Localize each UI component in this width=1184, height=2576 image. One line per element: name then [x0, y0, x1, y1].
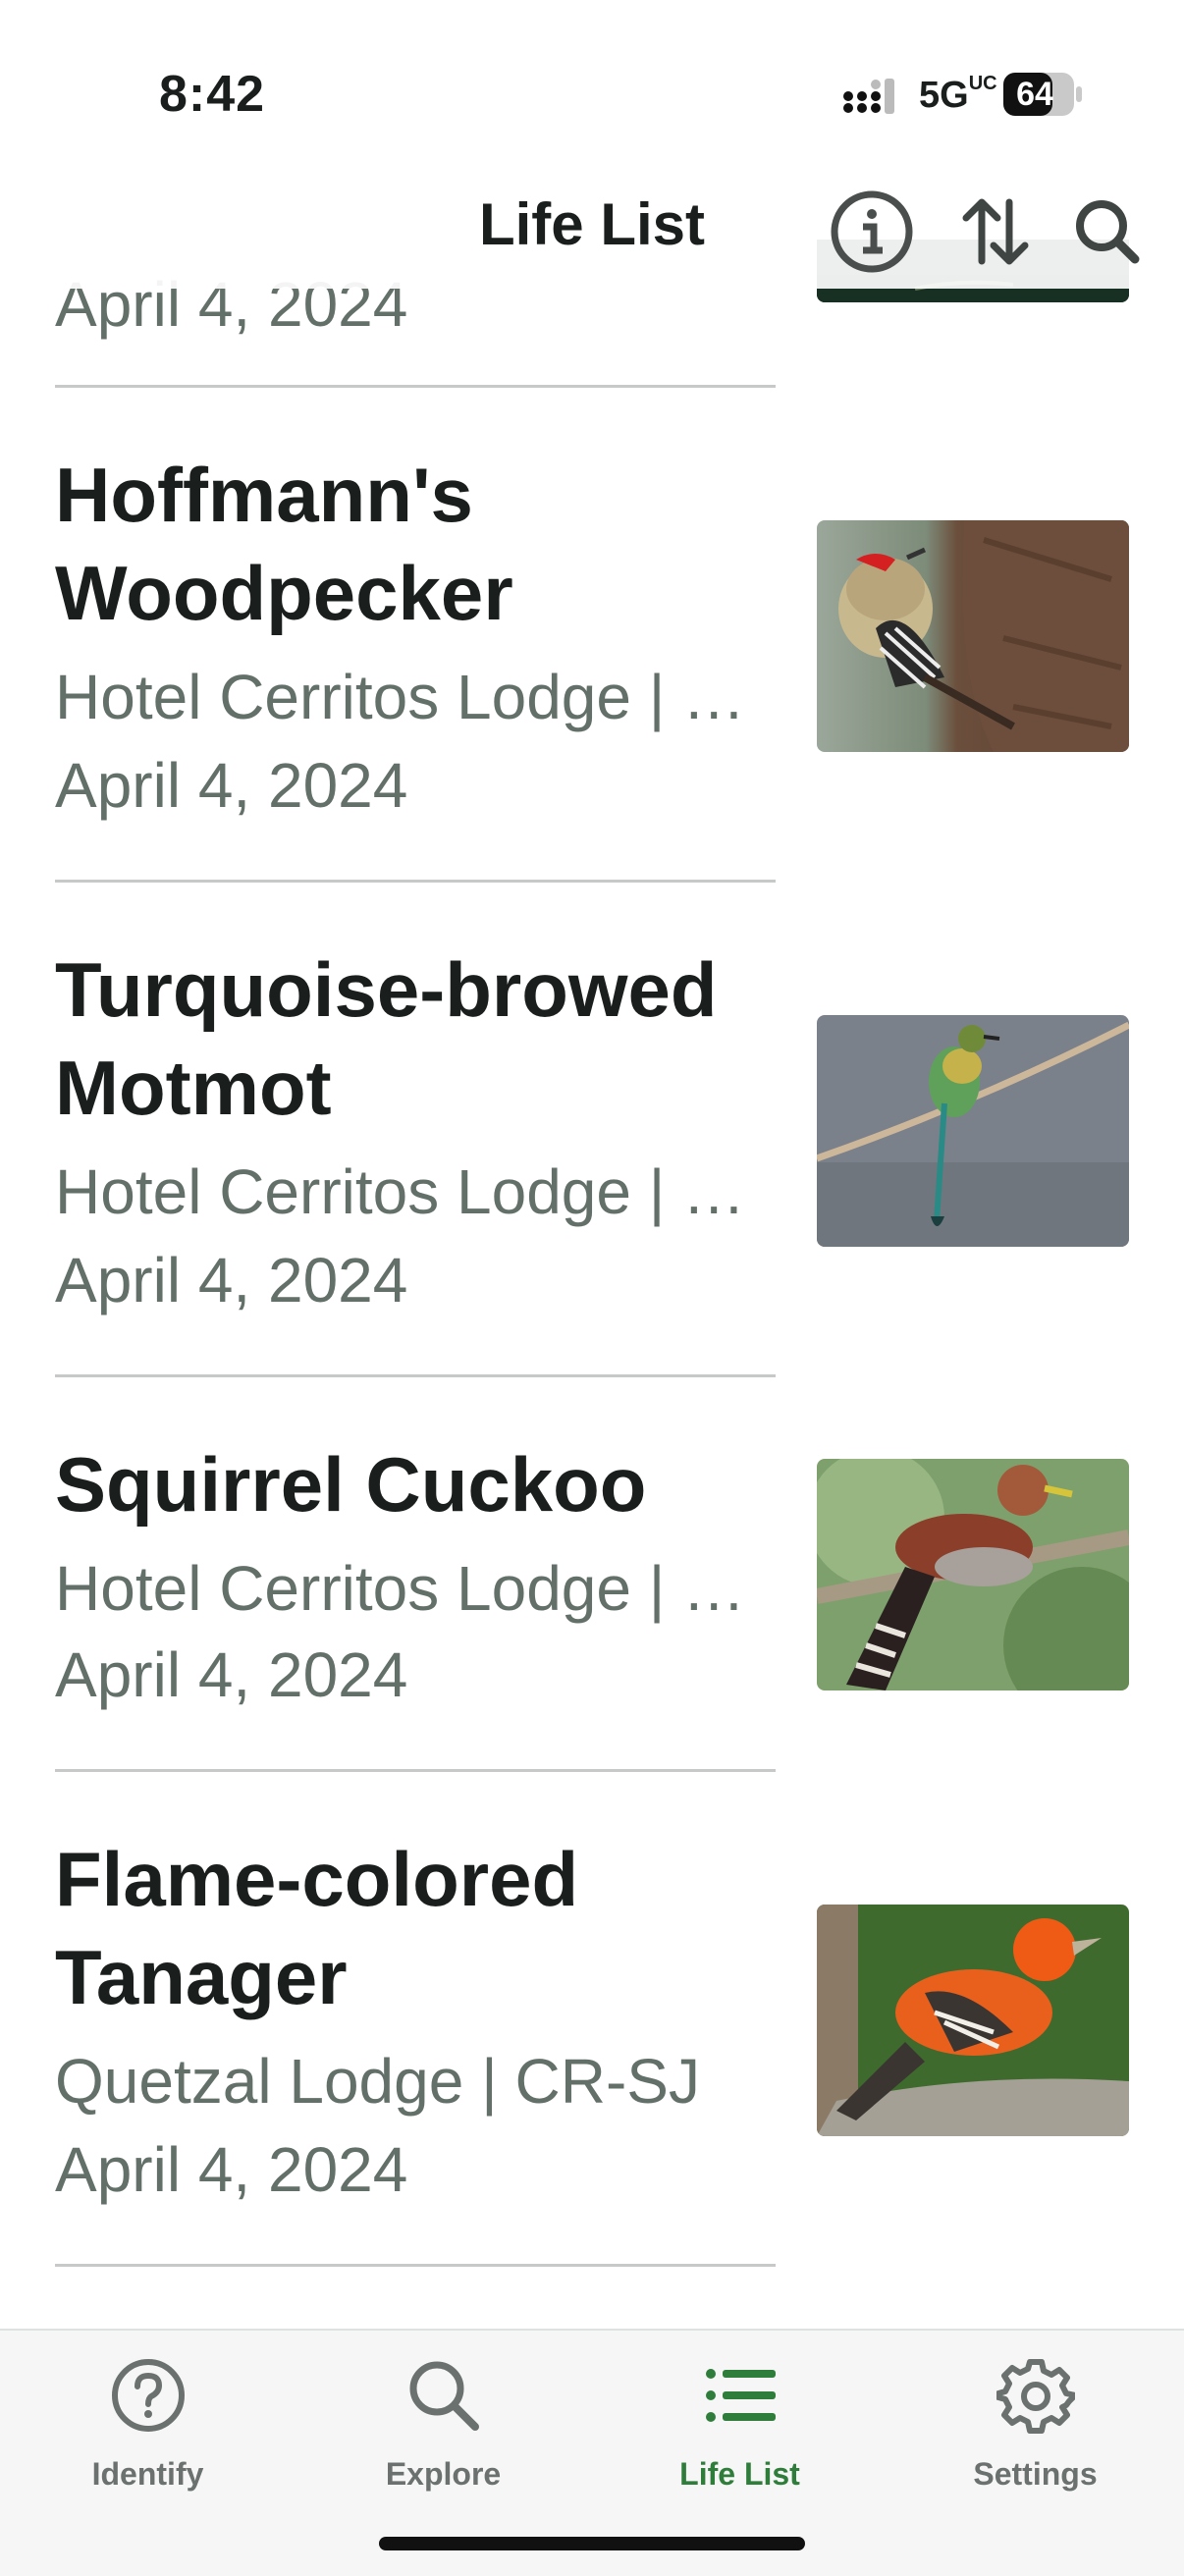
sort-arrows-icon [962, 198, 1029, 265]
location: Quetzal Lodge | CR-SJ [55, 2046, 700, 2117]
divider [55, 880, 776, 883]
gear-icon [888, 2348, 1183, 2442]
bird-photo [817, 520, 1129, 752]
nav-header: Life List [0, 167, 1184, 289]
species-name: Flame-colored Tanager [55, 1836, 579, 2020]
divider [55, 1374, 776, 1377]
sort-button[interactable] [948, 185, 1043, 279]
divider [55, 1769, 776, 1772]
observation-date: April 4, 2024 [55, 1639, 408, 1710]
question-circle-icon [0, 2348, 296, 2442]
observation-date: April 4, 2024 [55, 1245, 408, 1315]
species-name: Turquoise-browed Motmot [55, 946, 718, 1131]
status-time: 8:42 [159, 66, 266, 123]
location: Hotel Cerritos Lodge | CR-SJ [55, 1156, 772, 1227]
tab-life-list[interactable]: Life List [592, 2331, 888, 2527]
divider [55, 2264, 776, 2267]
battery-level: 64 [1016, 76, 1053, 113]
bird-photo [817, 1905, 1129, 2136]
tab-settings[interactable]: Settings [888, 2331, 1183, 2527]
info-button[interactable] [825, 185, 919, 279]
divider [55, 385, 776, 388]
tab-label: Life List [679, 2456, 800, 2492]
tab-label: Explore [385, 2456, 502, 2492]
status-bar: 8:42 5GUC 64 [0, 0, 1184, 167]
location: Hotel Cerritos Lodge | CR-SJ [55, 662, 772, 732]
search-icon [1076, 200, 1140, 264]
network-label: 5GUC [919, 73, 997, 116]
species-name: Squirrel Cuckoo [55, 1441, 647, 1528]
signal-icon [843, 79, 894, 114]
location: Hotel Cerritos Lodge | CR-SJ [55, 1553, 772, 1624]
bird-photo [817, 1459, 1129, 1690]
info-circle-icon [831, 190, 913, 273]
search-button[interactable] [1060, 185, 1155, 279]
home-indicator[interactable] [379, 2537, 805, 2550]
species-name: Hoffmann's Woodpecker [55, 452, 513, 636]
life-list[interactable]: April 4, 2024 Hoffmann's Woodpecker Hote… [0, 0, 1184, 2329]
tab-label: Identify [91, 2456, 204, 2492]
observation-date: April 4, 2024 [55, 2134, 408, 2205]
list-icon [592, 2348, 888, 2442]
tab-explore[interactable]: Explore [296, 2331, 591, 2527]
tab-label: Settings [973, 2456, 1098, 2492]
search-icon [296, 2348, 591, 2442]
observation-date: April 4, 2024 [55, 750, 408, 821]
tab-identify[interactable]: Identify [0, 2331, 296, 2527]
bird-photo [817, 1015, 1129, 1247]
